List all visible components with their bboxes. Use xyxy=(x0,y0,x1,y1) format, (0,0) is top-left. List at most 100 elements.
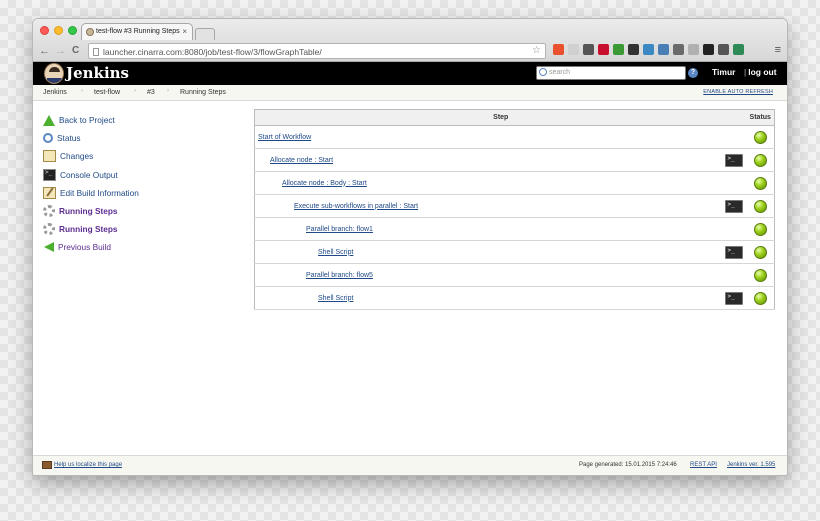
sidebar-item-running-steps[interactable]: Running Steps xyxy=(43,220,243,238)
step-column-header[interactable]: Step xyxy=(254,109,747,126)
browser-extension-icon[interactable] xyxy=(583,44,594,55)
status-cell xyxy=(746,240,775,264)
browser-extension-icon[interactable] xyxy=(568,44,579,55)
search-icon xyxy=(539,68,547,76)
search-input[interactable]: search xyxy=(536,66,686,80)
sidebar-item-status[interactable]: Status xyxy=(43,129,243,147)
breadcrumb-test-flow[interactable]: test-flow xyxy=(94,89,120,96)
step-link[interactable]: Shell Script xyxy=(318,249,353,256)
back-button[interactable]: ← xyxy=(39,44,50,58)
bookmark-star-icon[interactable]: ☆ xyxy=(532,45,541,56)
console-output-icon[interactable] xyxy=(724,153,743,167)
browser-extension-icon[interactable] xyxy=(688,44,699,55)
browser-extension-icon[interactable] xyxy=(703,44,714,55)
browser-extension-icon[interactable] xyxy=(658,44,669,55)
browser-extension-icon[interactable] xyxy=(598,44,609,55)
new-tab-button[interactable] xyxy=(195,28,215,40)
table-row: Allocate node : Body : Start xyxy=(254,171,775,195)
console-output-icon[interactable] xyxy=(724,245,743,259)
browser-extension-icon[interactable] xyxy=(553,44,564,55)
tab-title: test-flow #3 Running Steps xyxy=(96,28,180,35)
sidebar-item-edit-build-information[interactable]: Edit Build Information xyxy=(43,184,243,202)
browser-menu-icon[interactable]: ≡ xyxy=(775,44,781,56)
step-cell: Execute sub-workflows in parallel : Star… xyxy=(254,194,719,218)
browser-extension-icon[interactable] xyxy=(643,44,654,55)
rest-api-link[interactable]: REST API xyxy=(690,462,717,468)
step-cell: Shell Script xyxy=(254,286,719,310)
table-row: Parallel branch: flow5 xyxy=(254,263,775,287)
browser-extension-icon[interactable] xyxy=(733,44,744,55)
breadcrumb-jenkins[interactable]: Jenkins xyxy=(43,89,67,96)
address-bar[interactable]: launcher.cinarra.com:8080/job/test-flow/… xyxy=(88,43,546,59)
jenkins-logo-icon[interactable] xyxy=(44,63,64,84)
extension-icons xyxy=(553,44,744,55)
breadcrumb-separator: › xyxy=(134,88,136,94)
localize-link[interactable]: Help us localize this page xyxy=(42,462,122,468)
browser-extension-icon[interactable] xyxy=(673,44,684,55)
browser-extension-icon[interactable] xyxy=(613,44,624,55)
close-window-button[interactable] xyxy=(40,26,49,35)
search-placeholder: search xyxy=(549,69,571,76)
user-link[interactable]: Timur xyxy=(712,67,735,77)
console-cell xyxy=(718,263,747,287)
enable-auto-refresh-link[interactable]: ENABLE AUTO REFRESH xyxy=(703,89,773,95)
browser-tab[interactable]: test-flow #3 Running Steps × xyxy=(81,23,193,40)
sidebar-item-label: Edit Build Information xyxy=(60,187,139,198)
sidebar-item-previous-build[interactable]: Previous Build xyxy=(43,238,243,256)
help-icon[interactable]: ? xyxy=(688,68,698,78)
step-cell: Allocate node : Body : Start xyxy=(254,171,719,195)
sidebar-item-label: Changes xyxy=(60,151,94,162)
step-link[interactable]: Parallel branch: flow5 xyxy=(306,272,373,279)
sidebar-item-label: Previous Build xyxy=(58,242,112,253)
sidebar-item-label: Running Steps xyxy=(59,224,118,235)
sidebar-item-back-to-project[interactable]: Back to Project xyxy=(43,111,243,129)
step-link[interactable]: Shell Script xyxy=(318,295,353,302)
breadcrumb-build[interactable]: #3 xyxy=(147,89,155,96)
table-row: Execute sub-workflows in parallel : Star… xyxy=(254,194,775,218)
console-cell xyxy=(718,194,747,218)
step-cell: Shell Script xyxy=(254,240,719,264)
sidebar-item-console-output[interactable]: Console Output xyxy=(43,166,243,184)
browser-extension-icon[interactable] xyxy=(628,44,639,55)
gear-icon xyxy=(43,205,55,218)
status-column-header[interactable]: Status xyxy=(746,109,775,126)
jenkins-favicon-icon xyxy=(86,28,94,36)
table-row: Shell Script xyxy=(254,286,775,310)
gear-icon xyxy=(43,223,55,236)
page-generated-text: Page generated: 15.01.2015 7:24:46 xyxy=(579,462,677,468)
navigation-bar: ← → C launcher.cinarra.com:8080/job/test… xyxy=(33,43,787,61)
console-output-icon[interactable] xyxy=(724,199,743,213)
browser-extension-icon[interactable] xyxy=(718,44,729,55)
breadcrumb-separator: › xyxy=(167,88,169,94)
jenkins-title[interactable]: Jenkins xyxy=(66,64,129,82)
sidebar-item-changes[interactable]: Changes xyxy=(43,147,243,165)
step-link[interactable]: Execute sub-workflows in parallel : Star… xyxy=(294,203,418,210)
success-status-icon xyxy=(753,245,767,259)
jenkins-version-link[interactable]: Jenkins ver. 1.595 xyxy=(727,462,775,468)
breadcrumb-running-steps[interactable]: Running Steps xyxy=(180,89,226,96)
sidebar-item-label: Back to Project xyxy=(59,115,115,126)
breadcrumb-separator: › xyxy=(81,88,83,94)
breadcrumb: Jenkins › test-flow › #3 › Running Steps… xyxy=(33,85,787,101)
step-link[interactable]: Allocate node : Body : Start xyxy=(282,180,367,187)
search-icon xyxy=(43,133,53,144)
table-row: Parallel branch: flow1 xyxy=(254,217,775,241)
step-link[interactable]: Parallel branch: flow1 xyxy=(306,226,373,233)
sidebar-item-running-steps[interactable]: Running Steps xyxy=(43,202,243,220)
success-status-icon xyxy=(753,222,767,236)
forward-button[interactable]: → xyxy=(55,44,66,58)
zoom-window-button[interactable] xyxy=(68,26,77,35)
step-link[interactable]: Start of Workflow xyxy=(258,134,311,141)
window-controls xyxy=(40,26,77,35)
minimize-window-button[interactable] xyxy=(54,26,63,35)
table-row: Shell Script xyxy=(254,240,775,264)
status-cell xyxy=(746,217,775,241)
notepad-icon xyxy=(43,150,56,163)
reload-button[interactable]: C xyxy=(72,44,79,58)
sidebar-item-label: Status xyxy=(57,133,81,144)
step-link[interactable]: Allocate node : Start xyxy=(270,157,333,164)
success-status-icon xyxy=(753,268,767,282)
console-output-icon[interactable] xyxy=(724,291,743,305)
tab-close-icon[interactable]: × xyxy=(182,27,187,36)
logout-link[interactable]: | log out xyxy=(744,67,777,77)
